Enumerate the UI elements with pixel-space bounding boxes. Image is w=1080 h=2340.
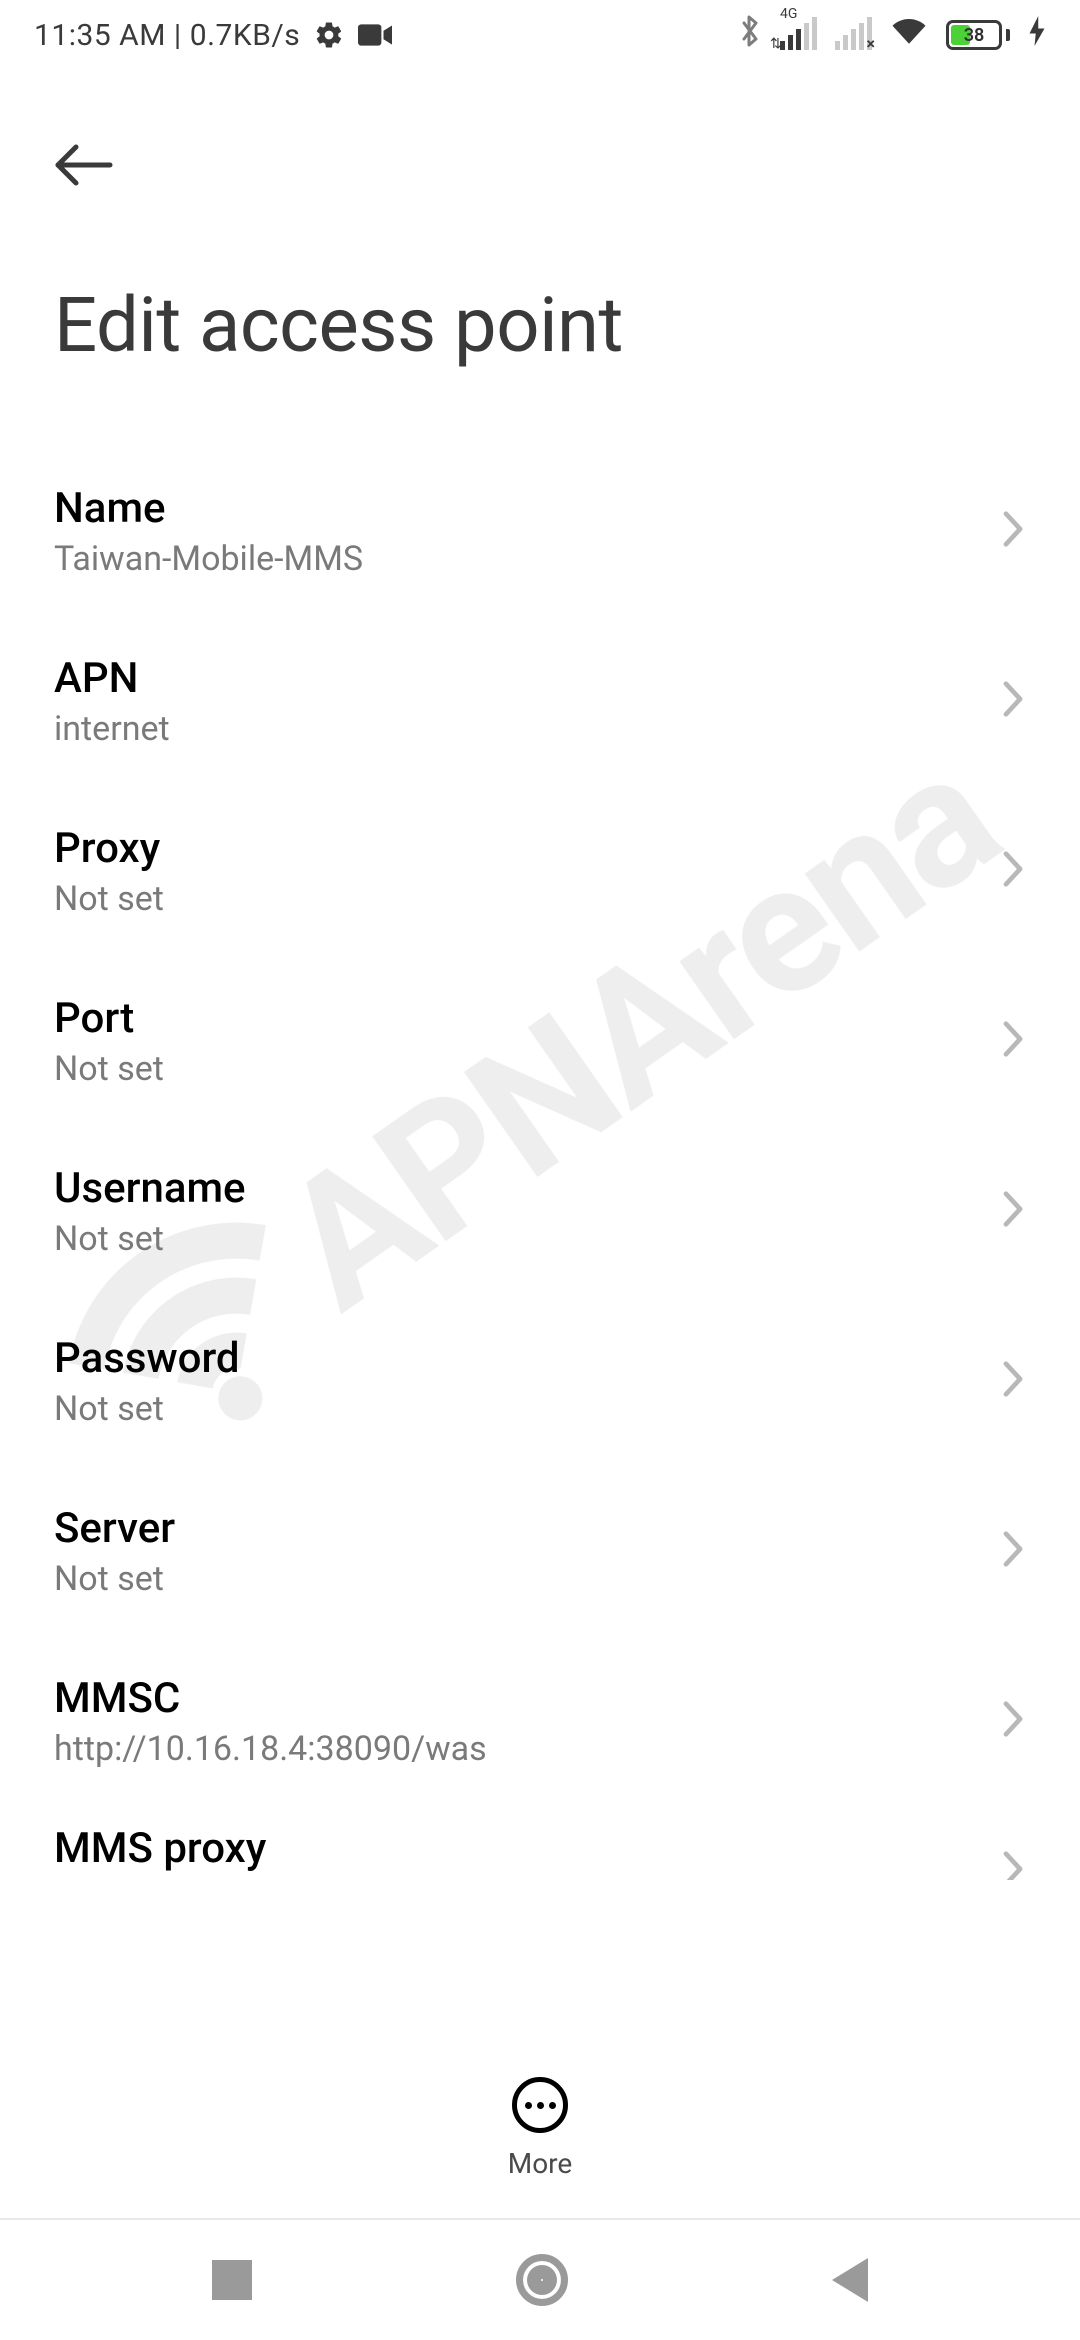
row-value: http://10.16.18.4:38090/was (54, 1729, 487, 1769)
row-value: 10.16.18.77 (54, 1879, 266, 1881)
row-label: Password (54, 1334, 240, 1383)
row-value: Not set (54, 1049, 164, 1089)
battery-percent: 38 (949, 23, 999, 47)
row-label: Username (54, 1164, 246, 1213)
row-label: APN (54, 654, 170, 703)
chevron-right-icon (1000, 849, 1026, 893)
status-time: 11:35 AM (34, 18, 166, 53)
row-label: Name (54, 484, 363, 533)
row-value: Taiwan-Mobile-MMS (54, 539, 363, 579)
row-password[interactable]: Password Not set (54, 1296, 1026, 1466)
signal-2-icon: × (835, 20, 872, 50)
row-value: Not set (54, 1389, 240, 1429)
row-label: Port (54, 994, 164, 1043)
chevron-right-icon (1000, 1019, 1026, 1063)
wifi-status-icon (890, 16, 928, 54)
row-value: internet (54, 709, 170, 749)
row-value: Not set (54, 879, 164, 919)
more-icon (512, 2077, 568, 2133)
chevron-right-icon (1000, 509, 1026, 553)
charging-icon (1028, 16, 1046, 54)
chevron-right-icon (1000, 1359, 1026, 1403)
nav-recent-button[interactable] (212, 2260, 252, 2300)
battery-icon: 38 (946, 20, 1010, 50)
row-port[interactable]: Port Not set (54, 956, 1026, 1126)
row-username[interactable]: Username Not set (54, 1126, 1026, 1296)
row-apn[interactable]: APN internet (54, 616, 1026, 786)
system-nav-bar (0, 2220, 1080, 2340)
more-button[interactable]: More (508, 2077, 573, 2180)
chevron-right-icon (1000, 1849, 1026, 1880)
row-value: Not set (54, 1219, 246, 1259)
row-label: MMSC (54, 1674, 487, 1723)
more-label: More (508, 2147, 573, 2180)
back-button[interactable] (54, 130, 124, 200)
nav-home-button[interactable] (516, 2254, 568, 2306)
row-value: Not set (54, 1559, 175, 1599)
status-separator: | (174, 18, 182, 53)
row-mms-proxy[interactable]: MMS proxy 10.16.18.77 (54, 1806, 1026, 1880)
page-title: Edit access point (54, 280, 1026, 370)
row-server[interactable]: Server Not set (54, 1466, 1026, 1636)
settings-list: Name Taiwan-Mobile-MMS APN internet Prox… (0, 380, 1080, 1880)
chevron-right-icon (1000, 1529, 1026, 1573)
signal-1-label: 4G (780, 6, 797, 22)
chevron-right-icon (1000, 679, 1026, 723)
row-proxy[interactable]: Proxy Not set (54, 786, 1026, 956)
bluetooth-icon (738, 14, 762, 56)
nav-back-button[interactable] (832, 2258, 868, 2302)
row-label: Server (54, 1504, 175, 1553)
signal-1-icon: 4G ⇅ (780, 20, 817, 50)
status-bar: 11:35 AM | 0.7KB/s 4G ⇅ × (0, 0, 1080, 70)
row-label: Proxy (54, 824, 164, 873)
gear-icon (314, 20, 344, 50)
chevron-right-icon (1000, 1189, 1026, 1233)
video-icon (358, 22, 392, 48)
chevron-right-icon (1000, 1699, 1026, 1743)
row-mmsc[interactable]: MMSC http://10.16.18.4:38090/was (54, 1636, 1026, 1806)
row-label: MMS proxy (54, 1824, 266, 1873)
status-data-rate: 0.7KB/s (190, 18, 301, 53)
row-name[interactable]: Name Taiwan-Mobile-MMS (54, 446, 1026, 616)
